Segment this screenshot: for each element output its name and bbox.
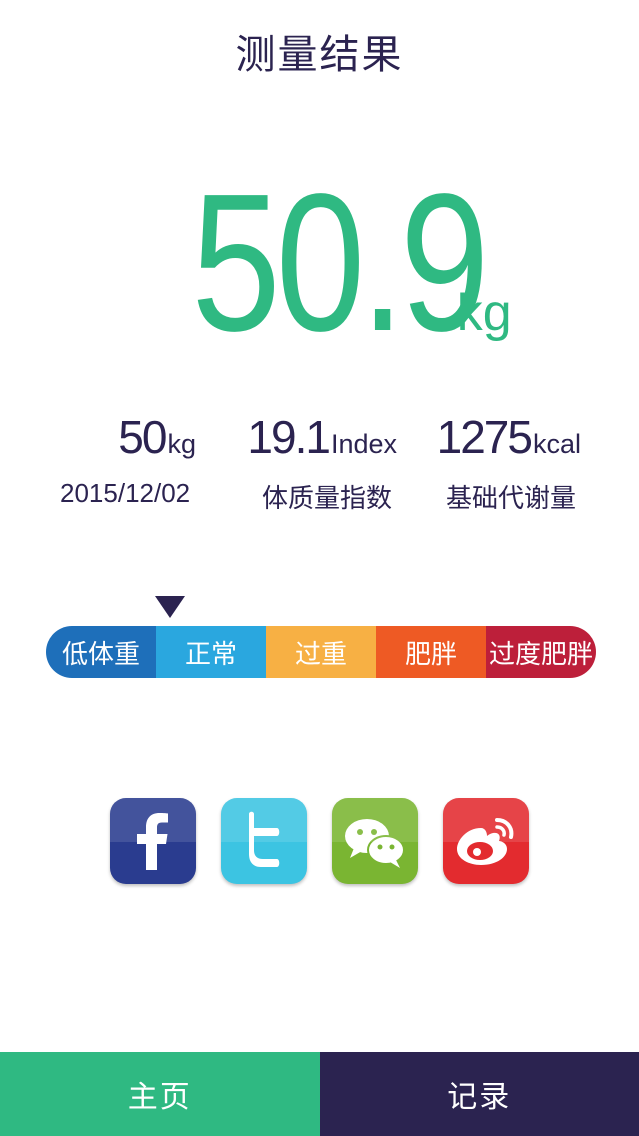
measurement-date: 2015/12/02 [60, 478, 191, 508]
wechat-share-button[interactable] [332, 798, 418, 884]
bmi-label: 体质量指数 [262, 483, 393, 513]
page-title: 测量结果 [235, 32, 404, 78]
facebook-icon [137, 813, 168, 870]
bmi-segment-normal: 正常 [156, 626, 266, 678]
stat-bmi-value: 19.1 [247, 411, 331, 463]
stat-bmi: 19.1Index [247, 410, 397, 464]
stat-weight-unit: kg [167, 429, 196, 459]
bmi-marker-icon [155, 596, 185, 618]
twitter-share-button[interactable] [221, 798, 307, 884]
weibo-icon [457, 818, 514, 865]
tab-records[interactable]: 记录 [319, 1052, 639, 1136]
bmi-scale-bar: 低体重 正常 过重 肥胖 过度肥胖 [46, 626, 596, 678]
stat-bmi-unit: Index [330, 429, 397, 459]
stat-bmr: 1275kcal [437, 410, 581, 464]
tab-home[interactable]: 主页 [0, 1052, 320, 1136]
bmi-segment-underweight: 低体重 [46, 626, 156, 678]
bmi-segment-severely-obese: 过度肥胖 [486, 626, 596, 678]
stat-bmr-value: 1275 [436, 411, 533, 463]
stat-bmr-unit: kcal [532, 429, 581, 459]
stat-weight-value: 50 [118, 411, 167, 463]
stat-weight: 50kg [118, 410, 196, 464]
bmi-segment-obese: 肥胖 [376, 626, 486, 678]
bmi-segment-overweight: 过重 [266, 626, 376, 678]
weight-value: 50.9 [191, 153, 490, 372]
twitter-icon [249, 811, 280, 867]
bmr-label: 基础代谢量 [446, 483, 577, 513]
wechat-icon [345, 819, 405, 868]
share-buttons [110, 798, 530, 884]
facebook-share-button[interactable] [110, 798, 196, 884]
weight-display: 50.9kg [0, 165, 639, 361]
bottom-nav: 主页 记录 [0, 1052, 639, 1136]
weibo-share-button[interactable] [443, 798, 529, 884]
